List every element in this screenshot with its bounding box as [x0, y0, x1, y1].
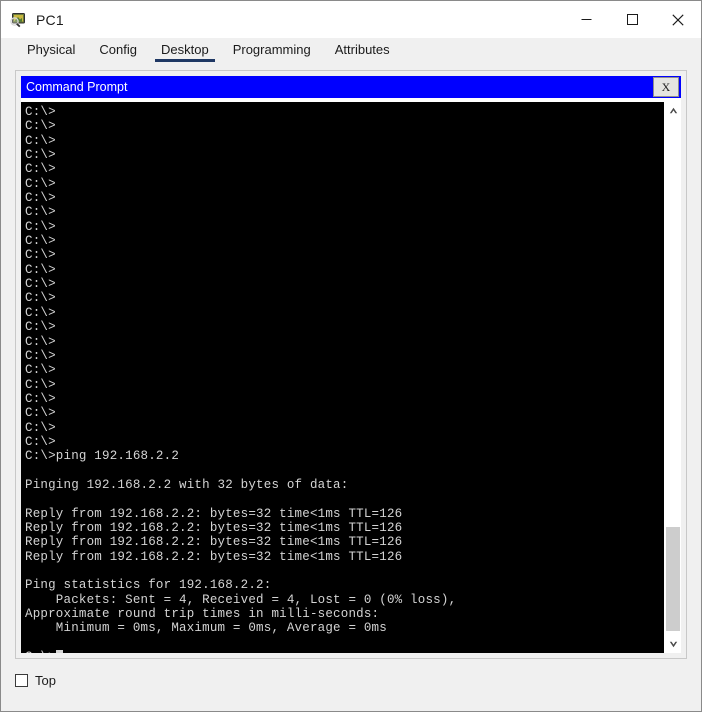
close-button[interactable] [655, 1, 701, 38]
tab-desktop[interactable]: Desktop [149, 38, 221, 66]
command-prompt-body: C:\> C:\> C:\> C:\> C:\> C:\> C:\> C:\> … [21, 98, 681, 653]
command-prompt-panel: Command Prompt X C:\> C:\> C:\> C:\> C:\… [15, 70, 687, 659]
window-title: PC1 [36, 11, 64, 28]
minimize-button[interactable] [563, 1, 609, 38]
tab-physical[interactable]: Physical [15, 38, 87, 66]
maximize-button[interactable] [609, 1, 655, 38]
console-cursor [55, 650, 63, 653]
top-checkbox[interactable] [15, 673, 28, 687]
tab-config[interactable]: Config [87, 38, 149, 66]
console-scrollbar[interactable] [664, 102, 681, 653]
command-prompt-title: Command Prompt [26, 80, 128, 94]
tab-programming[interactable]: Programming [221, 38, 323, 66]
console-output-area[interactable]: C:\> C:\> C:\> C:\> C:\> C:\> C:\> C:\> … [21, 102, 664, 653]
console-text: C:\> C:\> C:\> C:\> C:\> C:\> C:\> C:\> … [25, 105, 664, 653]
device-tabs: Physical Config Desktop Programming Attr… [15, 38, 701, 66]
packet-tracer-pc-icon [9, 11, 27, 29]
scrollbar-up-arrow-icon[interactable] [665, 102, 681, 119]
window-controls [563, 1, 701, 38]
top-checkbox-label: Top [35, 672, 56, 688]
desktop-tab-content: Command Prompt X C:\> C:\> C:\> C:\> C:\… [1, 66, 701, 711]
scrollbar-down-arrow-icon[interactable] [665, 636, 681, 653]
pc1-device-window: PC1 Physical Config Desktop Programming … [0, 0, 702, 712]
command-prompt-caption-bar: Command Prompt X [21, 76, 681, 98]
command-prompt-close-button[interactable]: X [653, 77, 679, 97]
scrollbar-track[interactable] [665, 119, 681, 636]
tab-attributes[interactable]: Attributes [323, 38, 402, 66]
scrollbar-thumb[interactable] [666, 527, 680, 631]
top-option-row: Top [15, 659, 687, 701]
window-titlebar: PC1 [1, 1, 701, 38]
device-tabs-bar: Physical Config Desktop Programming Attr… [1, 38, 701, 66]
